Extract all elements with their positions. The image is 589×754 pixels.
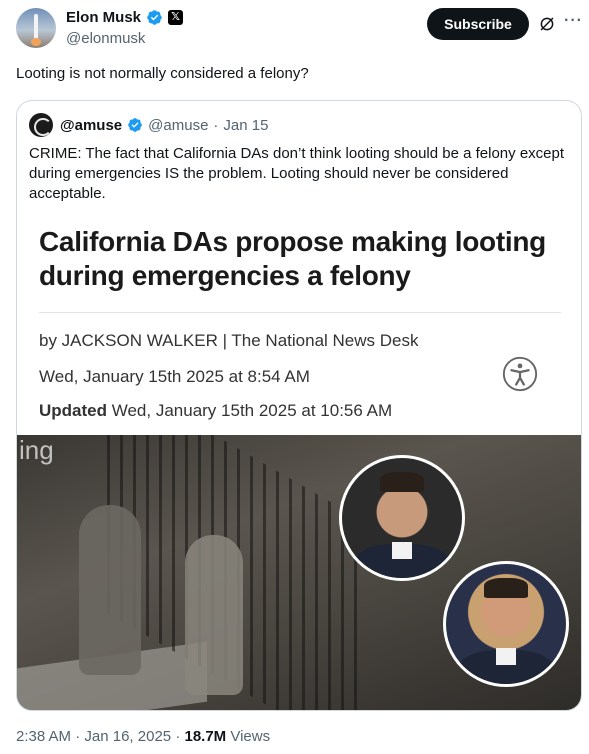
avatar[interactable]: [16, 8, 56, 48]
more-options-icon[interactable]: ···: [564, 12, 583, 30]
quoted-tweet-text: CRIME: The fact that California DAs don’…: [29, 145, 565, 202]
portrait-collar-shape: [496, 648, 516, 665]
verified-badge-icon: [147, 10, 162, 25]
accessibility-icon: [502, 356, 538, 392]
rocket-shape: [34, 14, 38, 40]
portrait-collar-shape: [392, 542, 412, 559]
grok-icon[interactable]: [538, 15, 556, 33]
quoted-display-name: @amuse: [60, 116, 123, 134]
tweet-time[interactable]: 2:38 AM: [16, 728, 71, 745]
tweet-header: Elon Musk 𝕏 @elonmusk Subscribe ···: [16, 8, 583, 50]
author-handle[interactable]: @elonmusk: [66, 30, 145, 47]
article-byline: by JACKSON WALKER | The National News De…: [39, 331, 419, 350]
article-updated: Updated Wed, January 15th 2025 at 10:56 …: [39, 401, 392, 421]
quoted-handle: @amuse: [148, 116, 209, 134]
tweet-date[interactable]: Jan 16, 2025: [84, 728, 171, 745]
portrait-circle: [443, 561, 569, 687]
x-affiliate-icon: 𝕏: [168, 10, 184, 25]
article-updated-label: Updated: [39, 401, 107, 420]
views-count: 18.7M: [184, 728, 227, 745]
quoted-verified-badge-icon: [128, 118, 142, 132]
portrait-hair-shape: [380, 472, 424, 492]
quoted-tweet-header: @amuse @amuse · Jan 15: [29, 113, 268, 137]
photo-overlay-text: ing: [19, 435, 54, 465]
tweet-text: Looting is not normally considered a fel…: [16, 65, 309, 82]
quoted-date[interactable]: Jan 15: [223, 117, 268, 134]
rocket-flame-shape: [31, 38, 41, 46]
quoted-tweet[interactable]: @amuse @amuse · Jan 15 CRIME: The fact t…: [16, 100, 582, 711]
quoted-separator: ·: [213, 116, 219, 134]
author-display-name[interactable]: Elon Musk: [66, 9, 141, 26]
article-headline: California DAs propose making looting du…: [39, 226, 546, 291]
photo-figure-shape: [79, 505, 141, 675]
portrait-hair-shape: [484, 578, 528, 598]
tweet-footer: 2:38 AM · Jan 16, 2025 · 18.7M Views: [16, 728, 270, 745]
photo-figure-shape: [185, 535, 243, 695]
views-label: Views: [230, 728, 271, 745]
footer-separator: ·: [175, 728, 181, 745]
security-camera-photo: ing: [17, 435, 581, 710]
footer-separator: ·: [75, 728, 81, 745]
article-divider: [39, 312, 561, 313]
quoted-avatar: [29, 113, 53, 137]
portrait-circle: [339, 455, 465, 581]
article-updated-date: Wed, January 15th 2025 at 10:56 AM: [111, 401, 393, 420]
article-screenshot: California DAs propose making looting du…: [17, 205, 581, 435]
subscribe-button[interactable]: Subscribe: [427, 8, 529, 40]
article-date: Wed, January 15th 2025 at 8:54 AM: [39, 367, 310, 386]
author-name-row: Elon Musk 𝕏: [66, 9, 184, 26]
